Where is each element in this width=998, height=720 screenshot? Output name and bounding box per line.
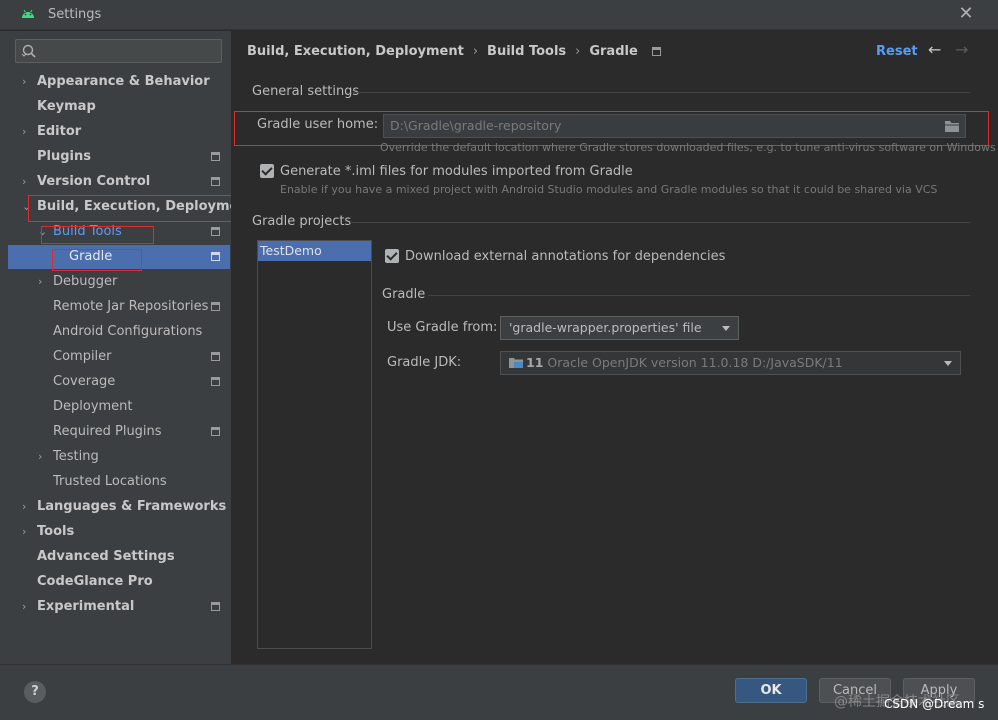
project-level-icon: [211, 377, 220, 386]
gradle-section-title: Gradle: [382, 287, 426, 302]
sidebar-item-editor[interactable]: › Editor: [0, 120, 231, 144]
sidebar-item-version-control[interactable]: › Version Control: [0, 170, 231, 194]
chevron-down-icon: [944, 361, 952, 366]
annotation-box: [41, 226, 154, 244]
sidebar-item-appearance[interactable]: › Appearance & Behavior: [0, 70, 231, 94]
project-level-icon: [211, 227, 220, 236]
sidebar-item-tools[interactable]: › Tools: [0, 520, 231, 544]
project-level-icon: [211, 302, 220, 311]
sidebar-item-required-plugins[interactable]: Required Plugins: [0, 420, 231, 444]
use-gradle-from-select[interactable]: 'gradle-wrapper.properties' file: [500, 316, 739, 340]
search-input[interactable]: [15, 39, 222, 63]
breadcrumb-item: Gradle: [589, 44, 638, 59]
sidebar-item-deployment[interactable]: Deployment: [0, 395, 231, 419]
project-level-icon: [211, 352, 220, 361]
sidebar-item-testing[interactable]: › Testing: [0, 445, 231, 469]
chevron-right-icon[interactable]: ›: [22, 170, 32, 194]
sidebar-item-remote-jar-repositories[interactable]: Remote Jar Repositories: [0, 295, 231, 319]
gradle-projects-title: Gradle projects: [252, 214, 352, 229]
project-level-icon: [211, 427, 220, 436]
gradle-user-home-hint: Override the default location where Grad…: [380, 141, 996, 154]
sidebar-item-languages-frameworks[interactable]: › Languages & Frameworks: [0, 495, 231, 519]
back-arrow-icon[interactable]: ←: [928, 40, 946, 59]
gradle-jdk-select[interactable]: 11 Oracle OpenJDK version 11.0.18 D:/Jav…: [500, 351, 961, 375]
general-settings-title: General settings: [252, 84, 360, 99]
chevron-right-icon[interactable]: ›: [22, 520, 32, 544]
project-level-icon: [211, 602, 220, 611]
project-level-icon: [211, 252, 220, 261]
sidebar-item-experimental[interactable]: › Experimental: [0, 595, 231, 619]
section-divider: [428, 295, 970, 296]
chevron-right-icon[interactable]: ›: [22, 595, 32, 619]
gradle-jdk-label: Gradle JDK:: [387, 355, 462, 370]
generate-iml-checkbox[interactable]: [260, 164, 274, 178]
close-icon[interactable]: ✕: [956, 4, 976, 24]
generate-iml-label[interactable]: Generate *.iml files for modules importe…: [280, 164, 633, 179]
help-button[interactable]: ?: [24, 681, 46, 703]
download-annotations-checkbox[interactable]: [385, 249, 399, 263]
sidebar-item-codeglance-pro[interactable]: CodeGlance Pro: [0, 570, 231, 594]
annotation-box: [52, 249, 142, 271]
settings-sidebar: › Appearance & Behavior Keymap › Editor …: [0, 31, 254, 664]
search-icon: [21, 44, 36, 58]
section-divider: [350, 222, 970, 223]
forward-arrow-icon[interactable]: →: [955, 40, 973, 59]
breadcrumb-item[interactable]: Build Tools: [487, 44, 566, 59]
sidebar-item-trusted-locations[interactable]: Trusted Locations: [0, 470, 231, 494]
breadcrumb-item[interactable]: Build, Execution, Deployment: [247, 44, 464, 59]
sidebar-item-keymap[interactable]: Keymap: [0, 95, 231, 119]
window-title: Settings: [48, 7, 102, 22]
sidebar-item-advanced-settings[interactable]: Advanced Settings: [0, 545, 231, 569]
chevron-down-icon: [722, 326, 730, 331]
project-level-icon: [211, 152, 220, 161]
sidebar-item-compiler[interactable]: Compiler: [0, 345, 231, 369]
title-bar: Settings ✕: [0, 0, 998, 30]
settings-content: Build, Execution, Deployment › Build Tools…: [231, 31, 998, 664]
chevron-right-icon[interactable]: ›: [22, 120, 32, 144]
chevron-right-icon[interactable]: ›: [22, 70, 32, 94]
breadcrumb-separator: ›: [575, 44, 581, 59]
download-annotations-label[interactable]: Download external annotations for depend…: [405, 249, 725, 264]
gradle-projects-list[interactable]: TestDemo: [257, 240, 372, 649]
generate-iml-hint: Enable if you have a mixed project with …: [280, 183, 938, 196]
android-icon: [22, 9, 34, 18]
ok-button[interactable]: OK: [735, 678, 807, 703]
annotation-box: [28, 195, 233, 222]
jdk-folder-icon: [509, 358, 523, 368]
list-item[interactable]: TestDemo: [258, 241, 371, 261]
breadcrumb: Build, Execution, Deployment › Build Tools…: [247, 44, 661, 59]
section-divider: [353, 92, 970, 93]
chevron-right-icon[interactable]: ›: [38, 270, 48, 294]
sidebar-item-coverage[interactable]: Coverage: [0, 370, 231, 394]
chevron-right-icon[interactable]: ›: [38, 445, 48, 469]
watermark: CSDN @Dream s: [884, 697, 985, 711]
sidebar-item-debugger[interactable]: › Debugger: [0, 270, 231, 294]
sidebar-item-plugins[interactable]: Plugins: [0, 145, 231, 169]
project-level-icon: [651, 47, 661, 56]
sidebar-item-android-configurations[interactable]: Android Configurations: [0, 320, 231, 344]
reset-link[interactable]: Reset: [876, 44, 918, 59]
breadcrumb-separator: ›: [472, 44, 479, 59]
project-level-icon: [211, 177, 220, 186]
use-gradle-from-label: Use Gradle from:: [387, 320, 498, 335]
chevron-right-icon[interactable]: ›: [22, 495, 32, 519]
